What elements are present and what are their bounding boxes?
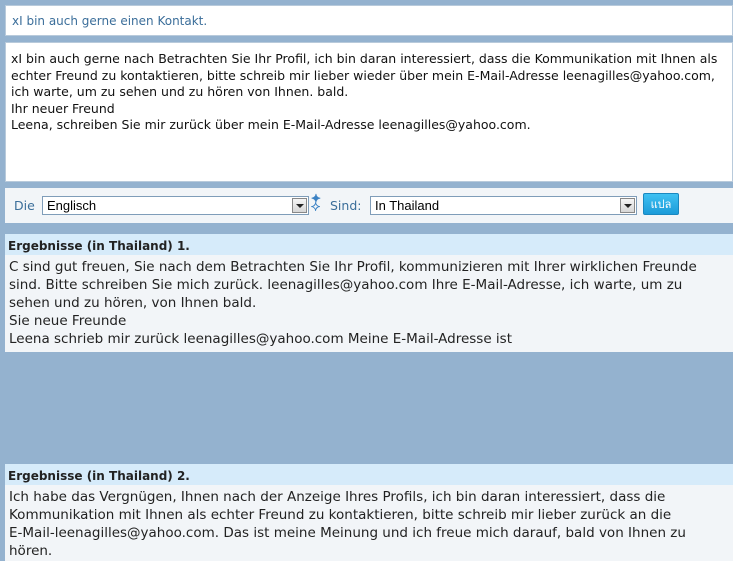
from-language-select[interactable]: Englisch [42, 196, 309, 215]
to-language-select[interactable]: In Thailand [370, 196, 637, 215]
subject-field[interactable]: xI bin auch gerne einen Kontakt. [5, 5, 733, 36]
result-text: C sind gut freuen, Sie nach dem Betracht… [9, 259, 697, 347]
to-language-value: In Thailand [375, 198, 440, 213]
from-language-value: Englisch [47, 198, 97, 213]
result-panel: Ergebnisse (in Thailand) 1. C sind gut f… [5, 234, 733, 352]
result-panel: Ergebnisse (in Thailand) 2. Ich habe das… [5, 464, 733, 561]
chevron-down-icon[interactable] [292, 198, 307, 213]
source-text-area[interactable]: xI bin auch gerne nach Betrachten Sie Ih… [5, 42, 733, 182]
result-heading: Ergebnisse (in Thailand) 2. [5, 464, 733, 485]
chevron-down-icon[interactable] [620, 198, 635, 213]
swap-arrows-icon[interactable]: ⯌ ⯎ [311, 192, 325, 214]
result-heading: Ergebnisse (in Thailand) 1. [5, 234, 733, 255]
from-language-label: Die [14, 198, 35, 213]
translate-toolbar: Die Englisch ⯌ ⯎ Sind: In Thailand แปล [5, 188, 733, 223]
to-language-label: Sind: [330, 198, 362, 213]
result-text: Ich habe das Vergnügen, Ihnen nach der A… [9, 489, 686, 559]
translate-button[interactable]: แปล [643, 193, 679, 215]
